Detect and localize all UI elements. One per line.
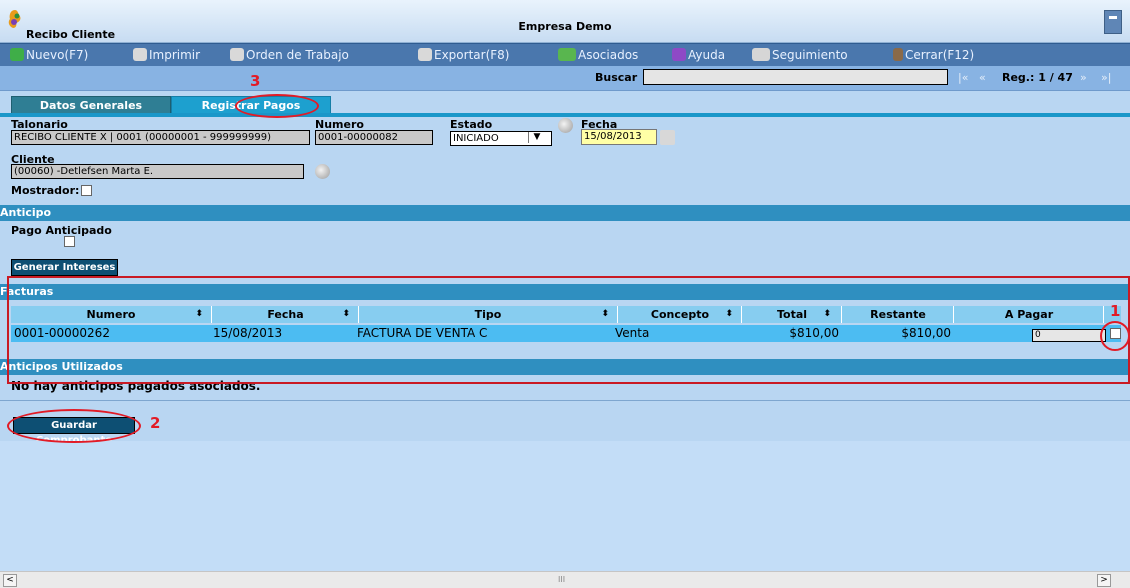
asociados-label: Asociados bbox=[578, 48, 639, 62]
add-icon bbox=[10, 48, 24, 61]
annotation-number-1: 1 bbox=[1110, 302, 1121, 320]
nav-first-button[interactable]: |« bbox=[958, 71, 968, 84]
nuevo-button[interactable]: Nuevo(F7) bbox=[10, 48, 88, 62]
pago-anticipado-label: Pago Anticipado bbox=[11, 224, 112, 237]
exportar-label: Exportar(F8) bbox=[434, 48, 510, 62]
tracking-icon bbox=[752, 48, 770, 61]
empty-area bbox=[0, 441, 1130, 571]
seguimiento-label: Seguimiento bbox=[772, 48, 848, 62]
imprimir-label: Imprimir bbox=[149, 48, 201, 62]
close-door-icon bbox=[893, 48, 903, 61]
refresh-icon[interactable] bbox=[558, 118, 573, 133]
tab-underline bbox=[0, 113, 1130, 117]
generar-intereses-button[interactable]: Generar Intereses bbox=[11, 259, 118, 276]
annotation-number-3: 3 bbox=[250, 72, 261, 90]
estado-label: Estado bbox=[450, 118, 493, 131]
help-icon bbox=[672, 48, 686, 61]
annotation-box-facturas bbox=[7, 276, 1130, 384]
buscar-label: Buscar bbox=[595, 71, 638, 84]
seguimiento-button[interactable]: Seguimiento bbox=[752, 48, 848, 62]
pago-anticipado-checkbox[interactable] bbox=[64, 236, 75, 247]
search-input[interactable] bbox=[643, 69, 948, 85]
export-icon bbox=[418, 48, 432, 61]
scroll-thumb-grip[interactable]: III bbox=[558, 575, 565, 584]
anticipo-section-header: Anticipo bbox=[0, 205, 1130, 221]
annotation-ellipse-3 bbox=[235, 94, 319, 118]
nav-prev-button[interactable]: « bbox=[979, 71, 986, 84]
numero-field[interactable]: 0001-00000082 bbox=[315, 130, 433, 145]
nav-next-button[interactable]: » bbox=[1080, 71, 1087, 84]
mostrador-label: Mostrador: bbox=[11, 184, 80, 197]
ayuda-button[interactable]: Ayuda bbox=[672, 48, 725, 62]
title-bar: Recibo Cliente Empresa Demo bbox=[0, 0, 1130, 43]
window-options-icon[interactable] bbox=[1104, 10, 1122, 34]
annotation-ellipse-1 bbox=[1100, 321, 1130, 351]
horizontal-scrollbar[interactable]: < III > bbox=[0, 571, 1130, 588]
imprimir-button[interactable]: Imprimir bbox=[133, 48, 200, 62]
company-name: Empresa Demo bbox=[518, 20, 612, 33]
annotation-number-2: 2 bbox=[150, 414, 161, 432]
cerrar-label: Cerrar(F12) bbox=[905, 48, 975, 62]
cliente-field[interactable]: (00060) -Detlefsen Marta E. bbox=[11, 164, 304, 179]
calendar-icon[interactable] bbox=[660, 130, 675, 145]
cerrar-button[interactable]: Cerrar(F12) bbox=[893, 48, 974, 62]
fecha-input[interactable]: 15/08/2013 bbox=[581, 129, 657, 145]
nuevo-label: Nuevo(F7) bbox=[26, 48, 89, 62]
annotation-ellipse-2 bbox=[7, 409, 141, 443]
nav-last-button[interactable]: »| bbox=[1101, 71, 1111, 84]
anticipo-title: Anticipo bbox=[0, 206, 52, 219]
search-bar: Buscar |« « Reg.: 1 / 47 » »| bbox=[0, 66, 1130, 91]
print-icon bbox=[133, 48, 147, 61]
work-order-icon bbox=[230, 48, 244, 61]
asociados-button[interactable]: Asociados bbox=[558, 48, 638, 62]
search-client-icon[interactable] bbox=[315, 164, 330, 179]
scroll-left-icon[interactable]: < bbox=[3, 574, 17, 587]
exportar-button[interactable]: Exportar(F8) bbox=[418, 48, 509, 62]
ayuda-label: Ayuda bbox=[688, 48, 726, 62]
scroll-right-icon[interactable]: > bbox=[1097, 574, 1111, 587]
record-counter: Reg.: 1 / 47 bbox=[1002, 71, 1073, 84]
chevron-down-icon[interactable]: ▼ bbox=[528, 132, 545, 143]
orden-trabajo-button[interactable]: Orden de Trabajo bbox=[230, 48, 349, 62]
toolbar: Nuevo(F7) Imprimir Orden de Trabajo Expo… bbox=[0, 43, 1130, 67]
divider bbox=[0, 400, 1130, 401]
tab-datos-generales[interactable]: Datos Generales bbox=[11, 96, 171, 114]
associates-icon bbox=[558, 48, 576, 61]
talonario-field[interactable]: RECIBO CLIENTE X | 0001 (00000001 - 9999… bbox=[11, 130, 310, 145]
orden-trabajo-label: Orden de Trabajo bbox=[246, 48, 349, 62]
mostrador-checkbox[interactable] bbox=[81, 185, 92, 196]
